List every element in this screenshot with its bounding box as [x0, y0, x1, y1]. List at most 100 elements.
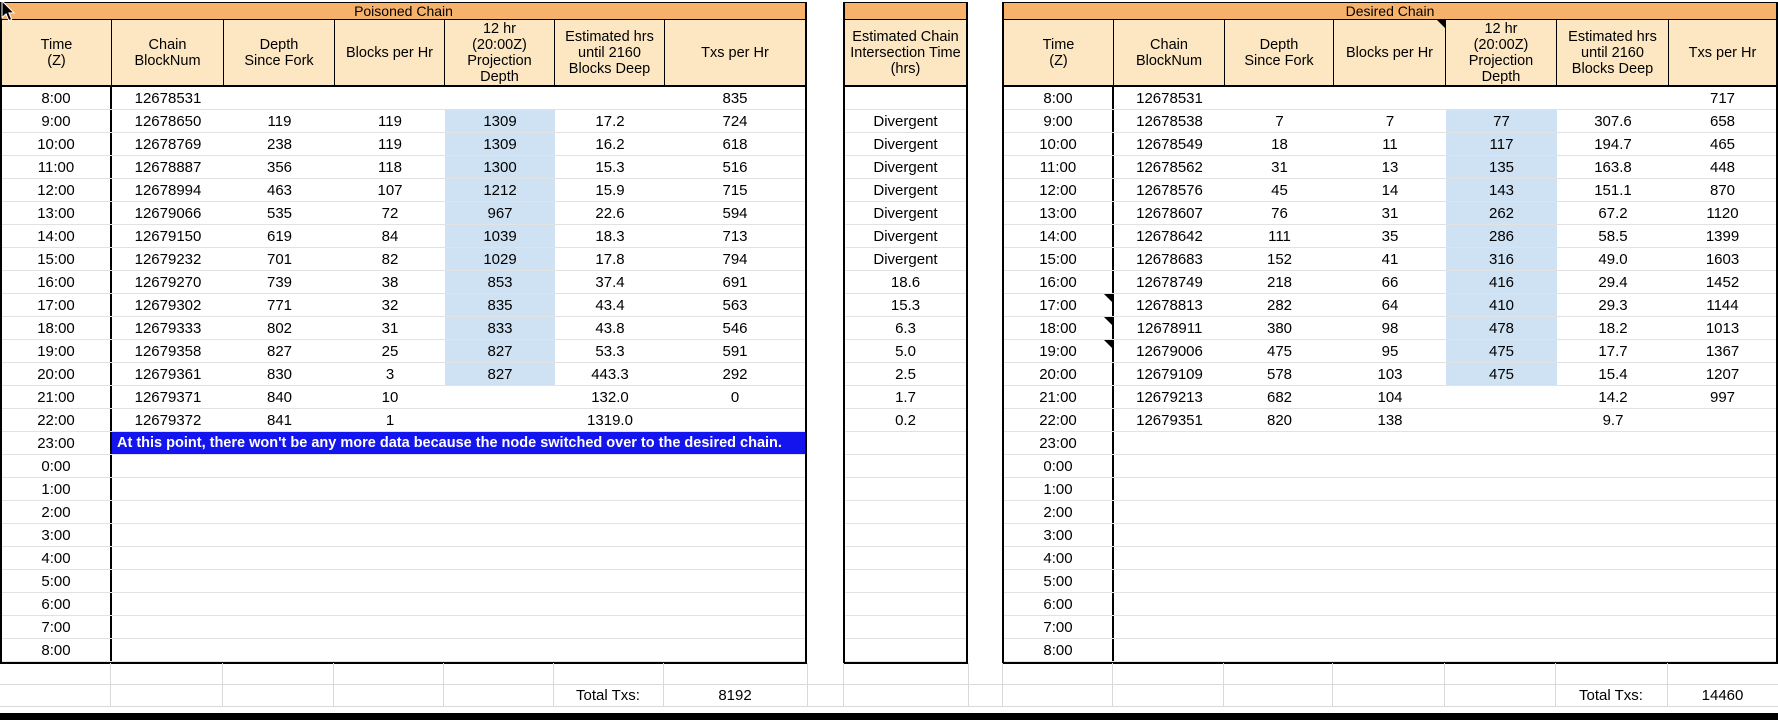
data-cell[interactable] [555, 593, 665, 615]
time-cell[interactable]: 12:00 [2, 179, 112, 201]
column-header[interactable]: Chain BlockNum [112, 20, 224, 85]
time-cell[interactable]: 10:00 [1004, 133, 1114, 155]
data-cell[interactable]: 163.8 [1557, 156, 1669, 178]
data-cell[interactable]: 1212 [445, 179, 555, 201]
data-cell[interactable]: 12679358 [112, 340, 224, 362]
data-cell[interactable]: 12678576 [1114, 179, 1225, 201]
data-cell[interactable] [1225, 455, 1334, 477]
data-cell[interactable] [335, 570, 445, 592]
data-cell[interactable]: 7 [1334, 110, 1446, 132]
data-cell[interactable]: 380 [1225, 317, 1334, 339]
time-cell[interactable]: 4:00 [2, 547, 112, 569]
data-cell[interactable] [1225, 87, 1334, 109]
data-cell[interactable]: 12679302 [112, 294, 224, 316]
data-cell[interactable]: 840 [224, 386, 335, 408]
data-cell[interactable]: 997 [1669, 386, 1776, 408]
data-cell[interactable]: 67.2 [1557, 202, 1669, 224]
data-cell[interactable]: 12679361 [112, 363, 224, 385]
data-cell[interactable]: 135 [1446, 156, 1557, 178]
time-cell[interactable]: 13:00 [2, 202, 112, 224]
data-cell[interactable]: 151.1 [1557, 179, 1669, 201]
data-cell[interactable]: 103 [1334, 363, 1446, 385]
data-cell[interactable] [445, 455, 555, 477]
data-cell[interactable] [1669, 570, 1776, 592]
data-cell[interactable] [445, 639, 555, 661]
data-cell[interactable] [1557, 455, 1669, 477]
data-cell[interactable] [665, 547, 805, 569]
data-cell[interactable]: 448 [1669, 156, 1776, 178]
time-cell[interactable]: 3:00 [2, 524, 112, 546]
data-cell[interactable] [1225, 432, 1334, 454]
data-cell[interactable]: 72 [335, 202, 445, 224]
column-header[interactable]: Chain BlockNum [1114, 20, 1225, 85]
data-cell[interactable]: 29.3 [1557, 294, 1669, 316]
data-cell[interactable]: 478 [1446, 317, 1557, 339]
intersection-cell[interactable] [845, 547, 966, 569]
time-cell[interactable]: 9:00 [2, 110, 112, 132]
intersection-cell[interactable] [845, 616, 966, 638]
data-cell[interactable] [555, 616, 665, 638]
time-cell[interactable]: 15:00 [1004, 248, 1114, 270]
data-cell[interactable] [1334, 501, 1446, 523]
time-cell[interactable]: 0:00 [1004, 455, 1114, 477]
data-cell[interactable]: 546 [665, 317, 805, 339]
data-cell[interactable] [445, 501, 555, 523]
data-cell[interactable]: 282 [1225, 294, 1334, 316]
data-cell[interactable]: 1039 [445, 225, 555, 247]
intersection-cell[interactable] [845, 570, 966, 592]
data-cell[interactable]: 12679150 [112, 225, 224, 247]
data-cell[interactable] [335, 87, 445, 109]
data-cell[interactable]: 1029 [445, 248, 555, 270]
data-cell[interactable] [1225, 616, 1334, 638]
data-cell[interactable]: 17.2 [555, 110, 665, 132]
intersection-cell[interactable]: 6.3 [845, 317, 966, 339]
data-cell[interactable] [1669, 639, 1776, 661]
data-cell[interactable]: 107 [335, 179, 445, 201]
data-cell[interactable] [1114, 616, 1225, 638]
data-cell[interactable]: 12679006 [1114, 340, 1225, 362]
data-cell[interactable]: 967 [445, 202, 555, 224]
data-cell[interactable]: 7 [1225, 110, 1334, 132]
data-cell[interactable]: 119 [224, 110, 335, 132]
data-cell[interactable]: 1144 [1669, 294, 1776, 316]
data-cell[interactable] [1225, 547, 1334, 569]
data-cell[interactable] [1446, 386, 1557, 408]
data-cell[interactable] [224, 501, 335, 523]
data-cell[interactable] [445, 386, 555, 408]
data-cell[interactable]: 37.4 [555, 271, 665, 293]
data-cell[interactable]: 18 [1225, 133, 1334, 155]
time-cell[interactable]: 5:00 [1004, 570, 1114, 592]
data-cell[interactable] [1446, 87, 1557, 109]
total-txs-value-desired[interactable]: 14460 [1667, 685, 1778, 706]
data-cell[interactable] [1225, 593, 1334, 615]
data-cell[interactable]: 3 [335, 363, 445, 385]
data-cell[interactable] [445, 524, 555, 546]
time-cell[interactable]: 5:00 [2, 570, 112, 592]
data-cell[interactable]: 465 [1669, 133, 1776, 155]
intersection-cell[interactable]: 15.3 [845, 294, 966, 316]
data-cell[interactable]: 119 [335, 110, 445, 132]
intersection-cell[interactable] [845, 639, 966, 661]
data-cell[interactable] [665, 501, 805, 523]
time-cell[interactable]: 19:00 [2, 340, 112, 362]
time-cell[interactable]: 13:00 [1004, 202, 1114, 224]
data-cell[interactable] [1557, 478, 1669, 500]
column-header[interactable]: Blocks per Hr [1334, 20, 1446, 85]
data-cell[interactable]: 111 [1225, 225, 1334, 247]
data-cell[interactable] [445, 570, 555, 592]
data-cell[interactable] [1225, 570, 1334, 592]
switchover-note[interactable]: At this point, there won't be any more d… [112, 432, 805, 454]
time-cell[interactable]: 7:00 [1004, 616, 1114, 638]
intersection-cell[interactable]: Divergent [845, 202, 966, 224]
time-cell[interactable]: 18:00 [1004, 317, 1114, 339]
data-cell[interactable]: 594 [665, 202, 805, 224]
data-cell[interactable] [665, 570, 805, 592]
data-cell[interactable]: 12679333 [112, 317, 224, 339]
data-cell[interactable]: 12678769 [112, 133, 224, 155]
data-cell[interactable]: 286 [1446, 225, 1557, 247]
data-cell[interactable]: 835 [445, 294, 555, 316]
time-cell[interactable]: 16:00 [1004, 271, 1114, 293]
intersection-cell[interactable] [845, 432, 966, 454]
data-cell[interactable]: 516 [665, 156, 805, 178]
data-cell[interactable] [335, 478, 445, 500]
